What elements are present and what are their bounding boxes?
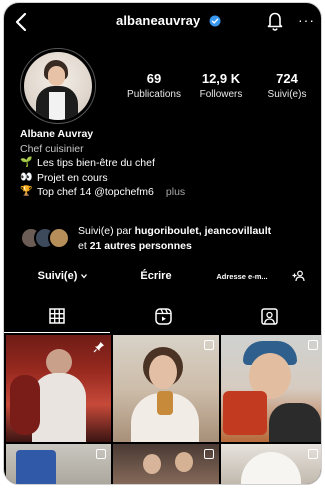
followed-by-names: hugoriboulet, jeancovillault [134, 225, 272, 237]
followed-by-text: Suivi(e) par hugoriboulet, jeancovillaul… [78, 225, 272, 252]
multi-post-icon [204, 449, 214, 459]
stat-following-value: 724 [276, 71, 298, 86]
more-horizontal-icon[interactable]: ··· [298, 12, 315, 28]
stat-followers-value: 12,9 K [201, 71, 241, 86]
bell-icon[interactable] [266, 10, 284, 32]
bio-more-link[interactable]: plus [166, 185, 185, 200]
chevron-down-icon [81, 274, 88, 279]
top-bar: albaneauvray ··· [4, 3, 321, 41]
bio: Albane Auvray Chef cuisinier 🌱 Les tips … [20, 127, 185, 200]
grid-icon [49, 307, 65, 324]
bio-line-text: Projet en cours [37, 171, 108, 184]
posts-grid [4, 335, 321, 484]
followed-by[interactable]: Suivi(e) par hugoriboulet, jeancovillaul… [20, 221, 310, 253]
stat-following-label: Suivi(e)s [267, 89, 307, 100]
profile-tabs [4, 299, 321, 333]
avatar[interactable] [24, 52, 92, 120]
stat-posts[interactable]: 69 Publications [118, 71, 190, 100]
multi-post-icon [96, 449, 106, 459]
verified-badge-icon [209, 15, 221, 27]
bio-line: 🌱 Les tips bien-être du chef [20, 156, 185, 171]
profile-username: albaneauvray [116, 13, 201, 28]
follower-avatar [48, 227, 70, 249]
reels-icon [154, 307, 172, 325]
message-button[interactable]: Écrire [114, 263, 198, 289]
profile-screen: albaneauvray ··· 69 Publications 12,9 K … [3, 2, 322, 485]
following-button-label: Suivi(e) [37, 270, 78, 282]
multi-post-icon [308, 449, 318, 459]
email-button[interactable]: Adresse e-m... [202, 263, 282, 289]
stat-followers[interactable]: 12,9 K Followers [186, 71, 256, 100]
eyes-icon: 👀 [20, 171, 33, 183]
post-thumbnail[interactable] [221, 444, 321, 484]
stat-posts-value: 69 [146, 71, 162, 86]
followed-by-others: 21 autres personnes [89, 240, 192, 252]
multi-post-icon [204, 340, 214, 350]
following-button[interactable]: Suivi(e) [16, 263, 110, 289]
trophy-icon: 🏆 [20, 186, 33, 197]
post-thumbnail[interactable] [6, 335, 111, 442]
post-thumbnail[interactable] [221, 335, 321, 442]
tagged-user-icon [260, 307, 278, 325]
tab-grid[interactable] [4, 299, 110, 333]
profile-name: Albane Auvray [20, 128, 94, 140]
tab-reels[interactable] [110, 299, 216, 333]
post-thumbnail[interactable] [6, 444, 111, 484]
stat-following[interactable]: 724 Suivi(e)s [255, 71, 319, 100]
bio-line-text[interactable]: Top chef 14 @topchefm6 [37, 185, 154, 200]
add-user-button[interactable] [286, 263, 312, 289]
profile-category: Chef cuisinier [20, 142, 84, 155]
message-button-label: Écrire [140, 270, 172, 282]
post-thumbnail[interactable] [113, 444, 219, 484]
email-button-label: Adresse e-m... [216, 271, 268, 281]
seedling-icon: 🌱 [20, 157, 33, 168]
stat-followers-label: Followers [199, 89, 243, 100]
tab-tagged[interactable] [216, 299, 321, 333]
bio-line-text: Les tips bien-être du chef [37, 157, 155, 169]
pin-icon [93, 342, 104, 353]
bio-line: 🏆 Top chef 14 @topchefm6 plus [20, 185, 185, 200]
add-user-icon [292, 270, 305, 282]
bio-line: 👀 Projet en cours [20, 171, 185, 186]
chevron-left-icon[interactable] [12, 11, 32, 33]
post-thumbnail[interactable] [113, 335, 219, 442]
reel-icon [308, 340, 318, 350]
stat-posts-label: Publications [127, 89, 181, 100]
